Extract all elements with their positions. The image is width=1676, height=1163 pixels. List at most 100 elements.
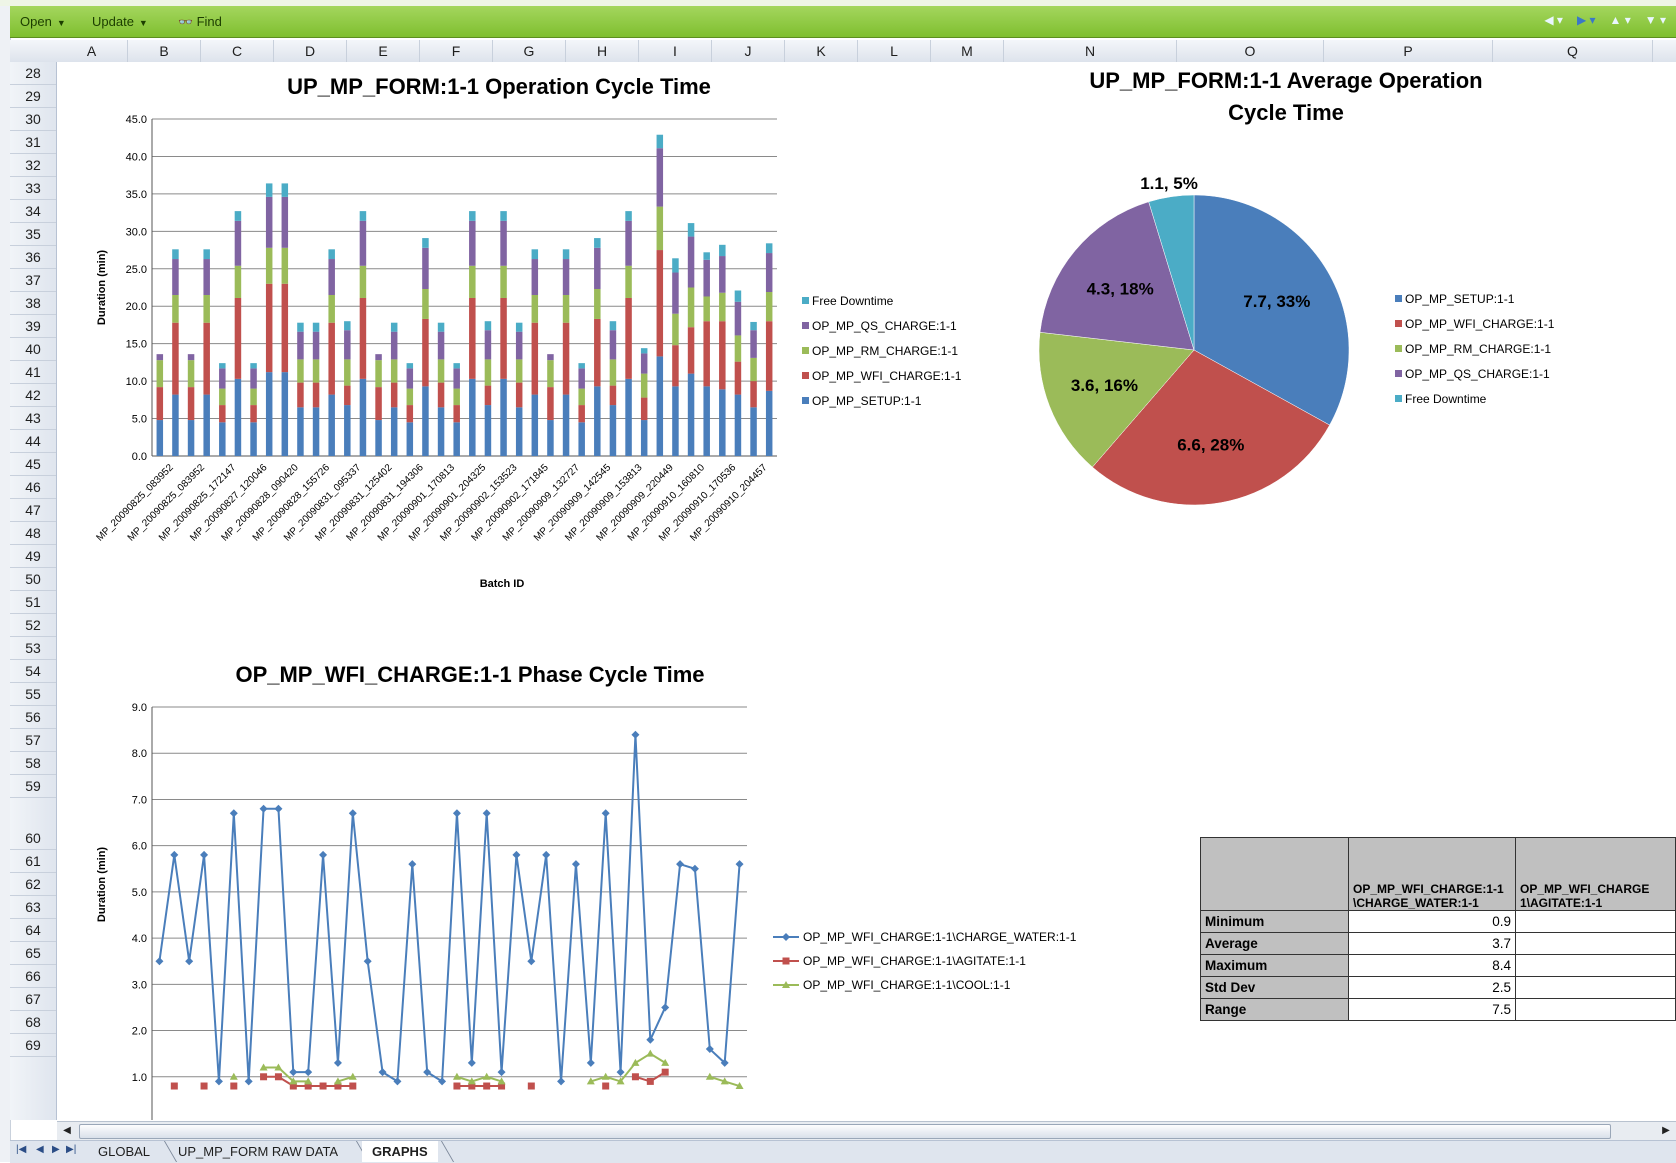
horizontal-scrollbar[interactable]: ◀ ▶ <box>57 1121 1676 1140</box>
row-header-41[interactable]: 41 <box>10 361 56 384</box>
row-header-54[interactable]: 54 <box>10 660 56 683</box>
column-header-p[interactable]: P <box>1324 40 1493 62</box>
bar-segment <box>562 249 570 260</box>
row-header-40[interactable]: 40 <box>10 338 56 361</box>
scroll-right-icon[interactable]: ▶ <box>1658 1123 1674 1139</box>
row-header-66[interactable]: 66 <box>10 965 56 988</box>
sheet-canvas[interactable]: UP_MP_FORM:1-1 Operation Cycle Time 0.0 5.… <box>57 62 1676 1120</box>
row-header-62[interactable]: 62 <box>10 873 56 896</box>
column-header-m[interactable]: M <box>931 40 1004 62</box>
row-header-39[interactable]: 39 <box>10 315 56 338</box>
row-header-56[interactable]: 56 <box>10 706 56 729</box>
row-header-52[interactable]: 52 <box>10 614 56 637</box>
up-arrow-icon[interactable]: ▲ ▾ <box>1610 13 1631 27</box>
row-header-58[interactable]: 58 <box>10 752 56 775</box>
sheet-tab-raw-data[interactable]: UP_MP_FORM RAW DATA <box>168 1141 348 1162</box>
bar-segment <box>656 206 664 251</box>
open-menu-button[interactable]: Open ▼ <box>20 14 66 29</box>
column-header-o[interactable]: O <box>1177 40 1324 62</box>
row-header-34[interactable]: 34 <box>10 200 56 223</box>
row-header-49[interactable]: 49 <box>10 545 56 568</box>
row-header-64[interactable]: 64 <box>10 919 56 942</box>
row-header-68[interactable]: 68 <box>10 1011 56 1034</box>
row-header-60[interactable]: 60 <box>10 798 56 850</box>
y-tick-label: 0.0 <box>132 451 147 463</box>
y-tick-label: 20.0 <box>126 301 147 313</box>
row-header-44[interactable]: 44 <box>10 430 56 453</box>
row-header-69[interactable]: 69 <box>10 1034 56 1057</box>
bar-segment <box>172 249 179 260</box>
row-header-30[interactable]: 30 <box>10 108 56 131</box>
column-header-h[interactable]: H <box>566 40 639 62</box>
bar-segment <box>469 297 476 379</box>
row-header-47[interactable]: 47 <box>10 499 56 522</box>
forward-arrow-icon[interactable]: ▶ ▾ <box>1577 13 1596 27</box>
row-header-57[interactable]: 57 <box>10 729 56 752</box>
prev-sheet-icon[interactable]: ◀ <box>36 1144 44 1155</box>
column-header-l[interactable]: L <box>858 40 931 62</box>
column-header-i[interactable]: I <box>639 40 712 62</box>
column-header-g[interactable]: G <box>493 40 566 62</box>
row-header-46[interactable]: 46 <box>10 476 56 499</box>
next-sheet-icon[interactable]: ▶ <box>52 1144 60 1155</box>
row-header-67[interactable]: 67 <box>10 988 56 1011</box>
row-header-59[interactable]: 59 <box>10 775 56 798</box>
row-header-37[interactable]: 37 <box>10 269 56 292</box>
y-tick-label: 5.0 <box>132 414 147 426</box>
first-sheet-icon[interactable]: |◀ <box>16 1144 26 1155</box>
last-sheet-icon[interactable]: ▶| <box>66 1144 76 1155</box>
column-header-a[interactable]: A <box>56 40 128 62</box>
down-arrow-icon[interactable]: ▼ ▾ <box>1645 13 1666 27</box>
row-header-28[interactable]: 28 <box>10 62 56 85</box>
bar-segment <box>312 331 320 360</box>
column-header-n[interactable]: N <box>1004 40 1177 62</box>
column-header-e[interactable]: E <box>347 40 420 62</box>
row-header-63[interactable]: 63 <box>10 896 56 919</box>
row-header-48[interactable]: 48 <box>10 522 56 545</box>
scroll-left-icon[interactable]: ◀ <box>59 1123 75 1139</box>
data-point <box>542 850 551 859</box>
column-header-b[interactable]: B <box>128 40 201 62</box>
open-label: Open <box>20 14 52 29</box>
row-header-35[interactable]: 35 <box>10 223 56 246</box>
row-header-45[interactable]: 45 <box>10 453 56 476</box>
row-header-65[interactable]: 65 <box>10 942 56 965</box>
bar-segment <box>672 272 679 314</box>
find-button[interactable]: 👓 Find <box>178 14 222 29</box>
column-header-d[interactable]: D <box>274 40 347 62</box>
row-header-43[interactable]: 43 <box>10 407 56 430</box>
scrollbar-thumb[interactable] <box>79 1124 1611 1139</box>
column-header-f[interactable]: F <box>420 40 493 62</box>
bar-segment <box>156 387 164 421</box>
back-arrow-icon[interactable]: ◀ ▾ <box>1544 13 1563 27</box>
sheet-tab-graphs[interactable]: GRAPHS <box>362 1141 438 1162</box>
data-point <box>319 850 328 859</box>
data-point <box>631 1073 639 1081</box>
column-header-j[interactable]: J <box>712 40 785 62</box>
sheet-tab-global[interactable]: GLOBAL <box>88 1141 160 1162</box>
row-header-42[interactable]: 42 <box>10 384 56 407</box>
row-header-61[interactable]: 61 <box>10 850 56 873</box>
row-header-53[interactable]: 53 <box>10 637 56 660</box>
row-header-38[interactable]: 38 <box>10 292 56 315</box>
bar-segment <box>406 422 414 456</box>
row-header-33[interactable]: 33 <box>10 177 56 200</box>
bar-segment <box>656 250 664 357</box>
bar-segment <box>640 373 648 398</box>
column-header-c[interactable]: C <box>201 40 274 62</box>
column-header-q[interactable]: Q <box>1493 40 1653 62</box>
column-header-k[interactable]: K <box>785 40 858 62</box>
row-header-51[interactable]: 51 <box>10 591 56 614</box>
update-menu-button[interactable]: Update ▼ <box>92 14 148 29</box>
row-header-55[interactable]: 55 <box>10 683 56 706</box>
bar-segment <box>625 378 632 456</box>
data-point <box>200 850 209 859</box>
toolbar: Open ▼ Update ▼ 👓 Find ◀ ▾ ▶ ▾ ▲ ▾ ▼ ▾ <box>10 6 1676 38</box>
row-header-32[interactable]: 32 <box>10 154 56 177</box>
row-header-50[interactable]: 50 <box>10 568 56 591</box>
row-header-31[interactable]: 31 <box>10 131 56 154</box>
row-header-36[interactable]: 36 <box>10 246 56 269</box>
row-header-29[interactable]: 29 <box>10 85 56 108</box>
bar-segment <box>390 359 398 383</box>
series-line <box>158 734 741 1084</box>
